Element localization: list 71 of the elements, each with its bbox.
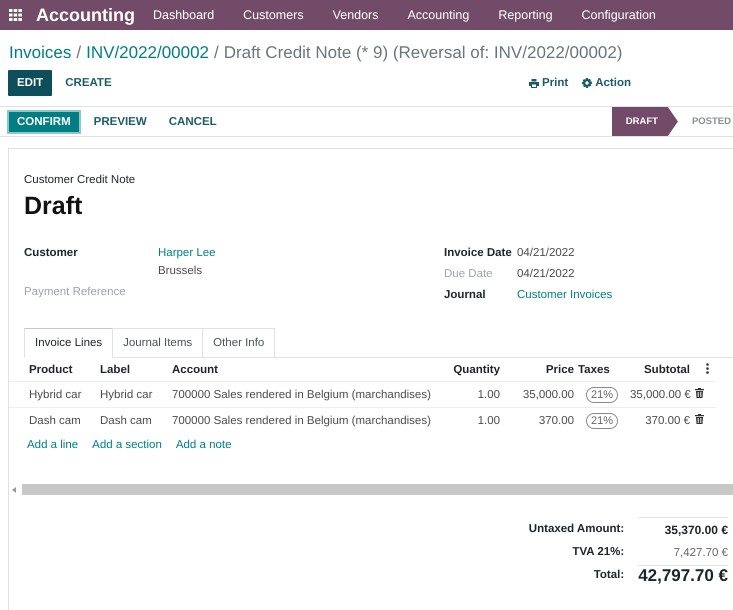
print-button[interactable]: Print [529, 77, 568, 89]
field-value: 04/21/2022 [517, 268, 576, 280]
table-cell: 370.00 € [628, 408, 692, 433]
menu-item[interactable]: Configuration [582, 8, 656, 22]
scroll-left-icon [12, 486, 16, 492]
app-name[interactable]: Accounting [36, 4, 135, 26]
edit-button[interactable]: EDIT [8, 70, 52, 96]
trash-icon [695, 414, 704, 424]
table-cell: 1.00 [444, 382, 502, 408]
apps-menu-icon [9, 9, 22, 21]
breadcrumb-link[interactable]: Invoices [9, 43, 72, 58]
column-header[interactable]: Price [502, 358, 576, 382]
create-button[interactable]: CREATE [56, 70, 121, 96]
total-label: Total: [592, 568, 624, 583]
field-label: Customer [24, 247, 79, 261]
column-header[interactable]: Product [27, 358, 98, 382]
table-cell: Dash cam [98, 408, 170, 433]
field-label: Journal [444, 289, 487, 301]
horizontal-scrollbar[interactable] [22, 484, 733, 495]
column-header[interactable]: Quantity [444, 358, 502, 382]
total-value: 42,797.70 € [638, 565, 728, 586]
column-header[interactable]: Taxes [576, 358, 628, 382]
trash-icon [695, 388, 704, 398]
document-type: Customer Credit Note [24, 174, 136, 186]
table-cell: Dash cam [27, 408, 98, 433]
document-title: Draft [24, 192, 82, 221]
column-header[interactable]: Account [170, 358, 444, 382]
action-button[interactable]: Action [582, 77, 631, 89]
breadcrumb-separator: / [76, 43, 82, 58]
gear-icon [582, 78, 592, 88]
table-cell: 700000 Sales rendered in Belgium (marchandises) [170, 382, 444, 408]
notebook-tab[interactable]: Invoice Lines [24, 328, 114, 358]
tax-tag: 21% [586, 386, 618, 402]
table-cell: 35,000.00 [502, 382, 576, 408]
add-link[interactable]: Add a note [176, 439, 232, 451]
total-value: 35,370.00 € [664, 522, 728, 536]
field-value: 04/21/2022 [517, 247, 576, 259]
table-cell: Hybrid car [98, 382, 170, 408]
total-label: TVA 21%: [571, 545, 624, 560]
status-action-button[interactable]: CANCEL [160, 108, 226, 134]
table-cell: 1.00 [444, 408, 502, 433]
field-link[interactable]: Customer Invoices [517, 289, 612, 301]
kebab-menu-icon [706, 362, 709, 374]
table-cell: 700000 Sales rendered in Belgium (marchandises) [170, 408, 444, 433]
table-cell: 35,000.00 € [628, 382, 692, 408]
field-label: Payment Reference [24, 286, 127, 298]
menu-item[interactable]: Accounting [407, 8, 470, 22]
status-action-button[interactable]: CONFIRM [7, 110, 81, 134]
total-label: Untaxed Amount: [528, 522, 624, 537]
table-cell: 370.00 [502, 408, 576, 433]
table-cell: Hybrid car [27, 382, 98, 408]
notebook-tab[interactable]: Other Info [202, 328, 276, 357]
field-label: Due Date [444, 268, 494, 280]
status-action-button[interactable]: PREVIEW [84, 108, 156, 134]
breadcrumb-link[interactable]: INV/2022/00002 [86, 43, 209, 58]
column-header[interactable]: Label [98, 358, 170, 382]
add-link[interactable]: Add a section [92, 439, 162, 451]
field-label: Invoice Date [444, 247, 513, 259]
field-link[interactable]: Harper Lee [158, 247, 444, 259]
menu-item[interactable]: Vendors [332, 8, 378, 22]
column-header[interactable]: Subtotal [628, 358, 692, 382]
field-value: Brussels [158, 265, 204, 277]
total-value: 7,427.70 € [672, 546, 728, 558]
print-icon [529, 78, 540, 88]
add-link[interactable]: Add a line [27, 439, 78, 451]
menu-item[interactable]: Customers [243, 8, 304, 22]
breadcrumb-separator: / [214, 43, 219, 58]
menu-item[interactable]: Reporting [498, 8, 553, 22]
stage-button[interactable]: DRAFT [612, 107, 678, 136]
tax-tag: 21% [586, 412, 618, 428]
menu-item[interactable]: Dashboard [153, 8, 214, 22]
